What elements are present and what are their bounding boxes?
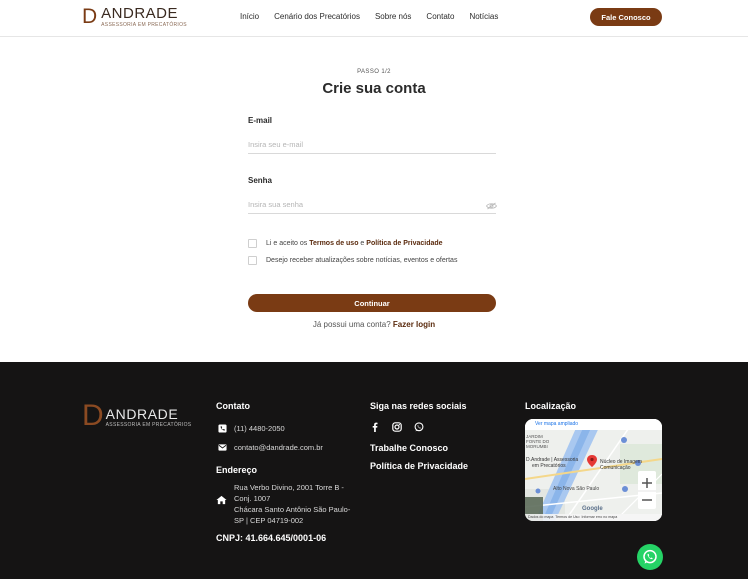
address-line-2: Conj. 1007 — [234, 494, 271, 503]
password-field[interactable] — [248, 196, 496, 214]
nav-cenario[interactable]: Cenário dos Precatórios — [274, 12, 360, 21]
address-line-3: Chácara Santo Antônio São Paulo- — [234, 505, 351, 514]
map-place-2-line-2: Comunicação — [600, 465, 631, 471]
email-field[interactable] — [248, 136, 496, 154]
eye-off-icon[interactable] — [486, 202, 497, 210]
map-area-label: JARDIM FONTE DO MORUMBI — [526, 434, 550, 449]
phone-icon — [218, 424, 227, 433]
newsletter-checkbox-row: Desejo receber atualizações sobre notíci… — [248, 256, 457, 265]
terms-checkbox-row: Li e aceito os Termos de uso e Política … — [248, 239, 443, 248]
terms-link[interactable]: Termos de uso — [309, 240, 358, 247]
logo-tagline: ASSESSORIA EM PRECATÓRIOS — [101, 22, 187, 28]
step-indicator: PASSO 1/2 — [357, 69, 391, 75]
fale-conosco-button[interactable]: Fale Conosco — [590, 8, 662, 26]
phone-text: (11) 4480-2050 — [234, 424, 285, 433]
login-prefix: Já possui uma conta? — [312, 320, 391, 329]
continue-button[interactable]: Continuar — [248, 294, 496, 312]
login-prompt: Já possui uma conta? Fazer login — [0, 320, 748, 329]
map-view-larger-link[interactable]: Ver mapa ampliado — [535, 421, 578, 427]
location-heading: Localização — [525, 401, 577, 411]
nav-contato[interactable]: Contato — [426, 12, 454, 21]
contact-heading: Contato — [216, 401, 250, 411]
location-map[interactable]: Ver mapa ampliado JARDIM FONTE DO MORUMB… — [525, 419, 662, 521]
whatsapp-small-icon[interactable] — [414, 422, 424, 432]
address-line-4: SP | CEP 04719-002 — [234, 516, 304, 525]
privacy-policy-link[interactable]: Política de Privacidade — [370, 461, 468, 471]
map-street-label: Alto Nova São Paulo — [553, 486, 600, 492]
nav-noticias[interactable]: Notícias — [469, 12, 498, 21]
home-icon — [216, 492, 228, 526]
site-footer: D ANDRADE ASSESSORIA EM PRECATÓRIOS Cont… — [0, 362, 748, 579]
whatsapp-floating-button[interactable] — [637, 544, 663, 570]
trabalhe-conosco-link[interactable]: Trabalhe Conosco — [370, 443, 448, 453]
whatsapp-icon — [643, 549, 657, 564]
address-heading: Endereço — [216, 465, 258, 475]
nav-sobre[interactable]: Sobre nós — [375, 12, 411, 21]
terms-checkbox[interactable] — [248, 239, 257, 248]
privacy-link[interactable]: Política de Privacidade — [366, 240, 442, 247]
cnpj-text: CNPJ: 41.664.645/0001-06 — [216, 533, 327, 543]
logo-name: ANDRADE — [101, 5, 179, 22]
email-text: contato@dandrade.com.br — [234, 443, 323, 452]
phone-item[interactable]: (11) 4480-2050 — [218, 424, 285, 433]
footer-logo-tagline: ASSESSORIA EM PRECATÓRIOS — [105, 422, 192, 428]
email-label: E-mail — [248, 116, 273, 125]
brand-logo[interactable]: D ANDRADE ASSESSORIA EM PRECATÓRIOS — [82, 5, 187, 31]
social-links — [370, 422, 424, 432]
site-header: D ANDRADE ASSESSORIA EM PRECATÓRIOS Iníc… — [0, 0, 748, 37]
map-credits[interactable]: Dados do mapa Termos de Uso Informar err… — [528, 515, 617, 519]
instagram-icon[interactable] — [392, 422, 402, 432]
map-place-1-line-2: em Precatórios — [532, 463, 566, 469]
footer-logo-letter: D — [82, 399, 104, 432]
terms-prefix: Li e aceito os — [266, 240, 310, 247]
map-place-2: Núcleo de Imagem Comunicação — [600, 459, 642, 471]
terms-mid: e — [358, 240, 367, 247]
map-place-1: D.Andrade | Assessoria em Precatórios — [526, 457, 578, 469]
email-item[interactable]: contato@dandrade.com.br — [218, 443, 323, 452]
facebook-icon[interactable] — [370, 422, 380, 432]
newsletter-label: Desejo receber atualizações sobre notíci… — [266, 257, 458, 264]
social-heading: Siga nas redes sociais — [370, 401, 467, 411]
address-line-1: Rua Verbo Divino, 2001 Torre B - — [234, 483, 344, 492]
logo-letter: D — [82, 5, 98, 28]
password-label: Senha — [248, 176, 273, 185]
address-item: Rua Verbo Divino, 2001 Torre B - Conj. 1… — [216, 482, 364, 526]
mail-icon — [218, 443, 227, 452]
google-logo: Google — [582, 506, 603, 512]
footer-logo-name: ANDRADE — [105, 406, 179, 422]
footer-logo[interactable]: D ANDRADE ASSESSORIA EM PRECATÓRIOS — [82, 399, 192, 432]
nav-inicio[interactable]: Início — [240, 12, 259, 21]
page-title: Crie sua conta — [322, 80, 426, 97]
login-link[interactable]: Fazer login — [393, 320, 435, 329]
newsletter-checkbox[interactable] — [248, 256, 257, 265]
main-nav: Início Cenário dos Precatórios Sobre nós… — [240, 12, 513, 21]
